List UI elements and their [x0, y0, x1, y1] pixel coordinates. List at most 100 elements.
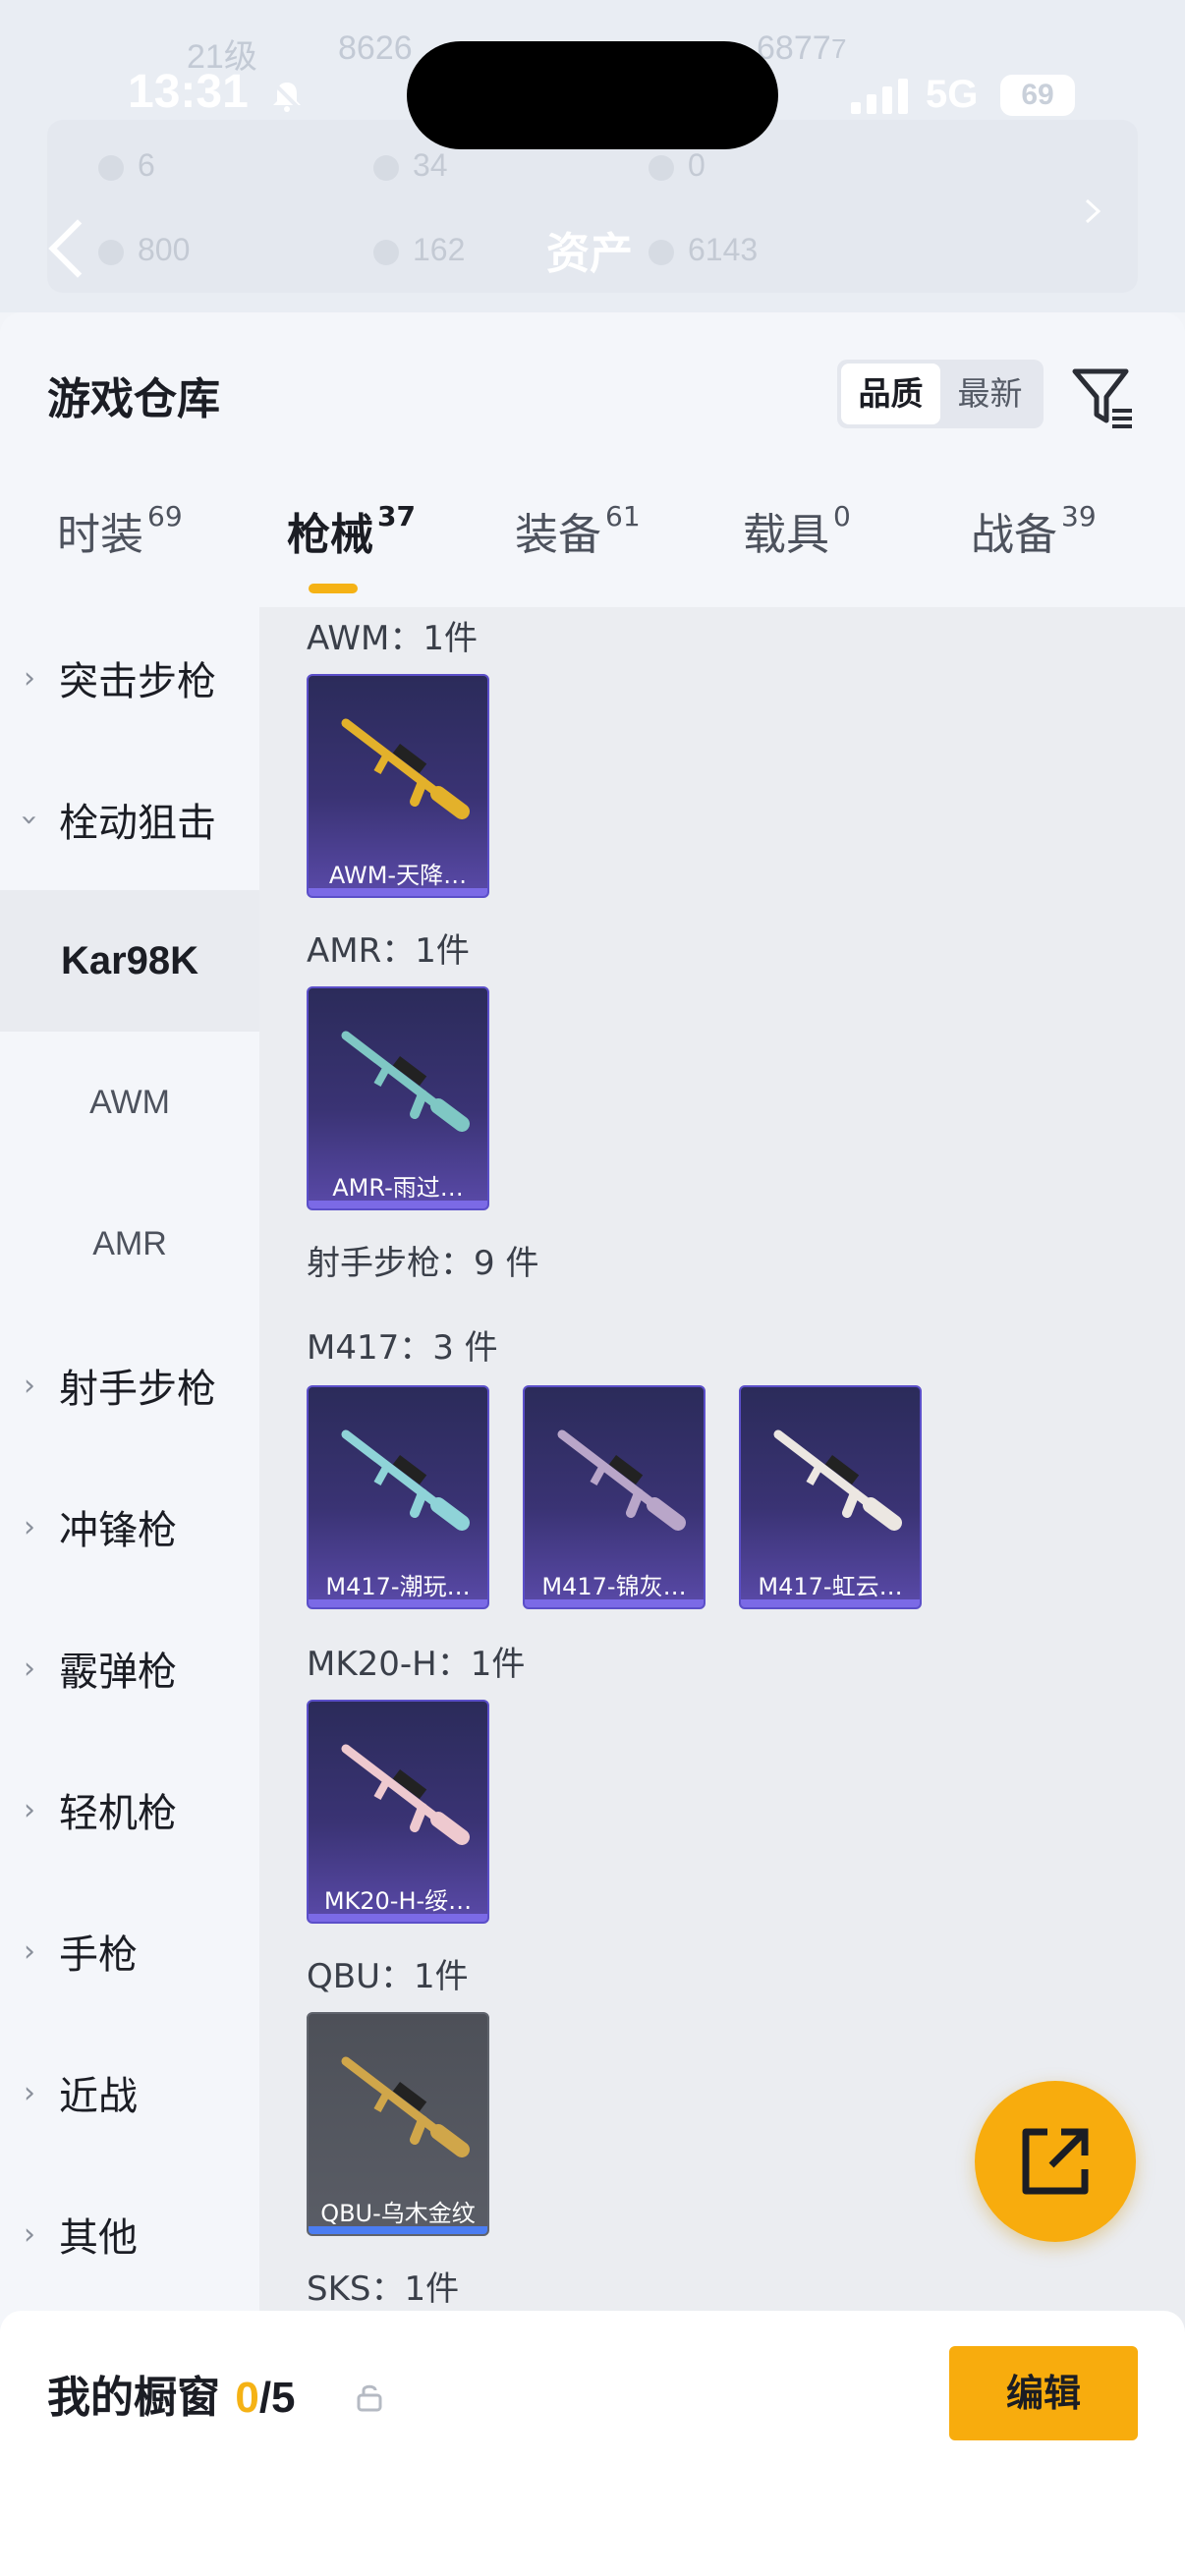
rifle-part [430, 2124, 470, 2157]
rifle-part [373, 1778, 391, 1800]
sidebar-item-bolt-snipers[interactable]: › 栓动狙击 [0, 749, 259, 890]
rarity-bar [309, 888, 487, 896]
ghost-row-2-a: 800 [98, 232, 190, 268]
edit-button[interactable]: 编辑 [949, 2346, 1138, 2440]
sidebar-item-awm[interactable]: AWM [0, 1032, 259, 1173]
rifle-shape [557, 1429, 686, 1531]
rifle-part [410, 1803, 427, 1832]
category-tabs: 时装 69 枪械 37 装备 61 载具 0 战备 39 [0, 499, 1185, 607]
rifle-icon [341, 718, 470, 819]
battery-level: 69 [1021, 79, 1054, 111]
share-button[interactable] [975, 2081, 1136, 2242]
ghost-id-a: 8626 [338, 29, 413, 67]
rifle-part [806, 1464, 823, 1485]
sidebar-item-dmr[interactable]: › 射手步枪 [0, 1315, 259, 1456]
sidebar-item-other[interactable]: › 其他 [0, 2163, 259, 2305]
tab-equipment[interactable]: 装备 61 [515, 499, 641, 562]
share-icon [1022, 2128, 1089, 2195]
sidebar-item-label: 突击步枪 [59, 659, 216, 704]
rifle-icon [341, 1744, 470, 1845]
sidebar-item-shotguns[interactable]: › 霰弹枪 [0, 1597, 259, 1739]
rifle-part [647, 1497, 686, 1531]
group-header-sks: SKS：1件 [307, 2269, 460, 2309]
coin-icon [373, 154, 399, 181]
weapon-card-awm[interactable]: AWM-天降… [307, 674, 489, 898]
weapon-card-name: QBU-乌木金纹 [320, 2200, 476, 2227]
group-header-qbu: QBU：1件 [307, 1957, 469, 1996]
tab-count: 61 [605, 500, 641, 533]
coin-icon [649, 239, 674, 265]
rifle-part [410, 2115, 427, 2145]
rifle-part [626, 1488, 644, 1518]
tab-supplies[interactable]: 战备 39 [971, 499, 1097, 562]
ghost-value: 34 [413, 147, 448, 183]
weapon-card-qbu[interactable]: QBU-乌木金纹 [307, 2012, 489, 2236]
sidebar-item-assault-rifles[interactable]: › 突击步枪 [0, 607, 259, 749]
tab-count: 37 [377, 500, 416, 533]
rarity-bar [309, 1201, 487, 1208]
ghost-suffix: 7 [831, 33, 847, 64]
rifle-part [863, 1497, 902, 1531]
weapon-card-m417-3[interactable]: M417-虹云… [739, 1385, 922, 1609]
showcase-count: 0 [235, 2374, 259, 2422]
ghost-value: 0 [688, 147, 705, 183]
rifle-shape [341, 1429, 470, 1531]
rarity-bar [525, 1599, 704, 1607]
chevron-right-icon: › [24, 1509, 35, 1544]
sidebar-item-melee[interactable]: › 近战 [0, 2022, 259, 2163]
sidebar-item-kar98k[interactable]: Kar98K [0, 890, 259, 1032]
status-time: 13:31 [128, 66, 249, 118]
weapon-card-name: AMR-雨过… [332, 1174, 464, 1202]
rifle-part [373, 1464, 391, 1485]
rifle-part [410, 1488, 427, 1518]
chevron-right-icon: › [24, 1792, 35, 1827]
coin-icon [649, 154, 674, 181]
weapon-card-name: M417-虹云… [758, 1573, 903, 1600]
rifle-part [430, 1098, 470, 1132]
tab-vehicles[interactable]: 载具 0 [743, 499, 851, 562]
rarity-bar [309, 1599, 487, 1607]
back-button[interactable] [43, 214, 92, 283]
ghost-row-2-b: 162 [373, 232, 465, 268]
filter-icon[interactable] [1069, 364, 1138, 432]
weapon-card-m417-1[interactable]: M417-潮玩… [307, 1385, 489, 1609]
ghost-row-1-b: 34 [373, 147, 448, 184]
tab-label: 载具 [743, 510, 829, 560]
weapon-card-amr[interactable]: AMR-雨过… [307, 986, 489, 1210]
sidebar-item-label: 轻机枪 [59, 1791, 177, 1836]
tab-fashion[interactable]: 时装 69 [57, 499, 183, 562]
group-header-awm: AWM：1件 [307, 619, 478, 658]
sort-latest-button[interactable]: 最新 [940, 364, 1040, 424]
group-header-dmr: 射手步枪：9 件 [307, 1244, 539, 1283]
sidebar-item-label: 其他 [59, 2215, 138, 2261]
chevron-right-icon: › [24, 1933, 35, 1969]
coin-icon [373, 239, 399, 265]
chevron-right-icon: › [24, 2216, 35, 2252]
group-header-m417: M417：3 件 [307, 1328, 498, 1368]
page-title: 资产 [546, 229, 633, 279]
sidebar-item-smg[interactable]: › 冲锋枪 [0, 1456, 259, 1597]
sort-quality-button[interactable]: 品质 [841, 364, 940, 424]
group-header-mk20h: MK20-H：1件 [307, 1645, 526, 1684]
rifle-part [430, 1497, 470, 1531]
group-header-amr: AMR：1件 [307, 931, 470, 971]
rifle-shape [341, 2056, 470, 2157]
network-type: 5G [926, 73, 979, 116]
rifle-icon [341, 1031, 470, 1132]
active-tab-indicator [309, 584, 358, 593]
sidebar-item-lmg[interactable]: › 轻机枪 [0, 1739, 259, 1880]
weapon-card-mk20h[interactable]: MK20-H-绥… [307, 1700, 489, 1924]
rifle-part [410, 1090, 427, 1119]
chevron-right-icon: › [24, 660, 35, 696]
weapon-card-m417-2[interactable]: M417-锦灰… [523, 1385, 705, 1609]
tab-label: 枪械 [287, 510, 373, 560]
battery-icon: 69 [1000, 75, 1075, 116]
tab-firearms[interactable]: 枪械 37 [287, 499, 416, 562]
sidebar-item-pistols[interactable]: › 手枪 [0, 1880, 259, 2022]
sidebar-item-amr[interactable]: AMR [0, 1173, 259, 1315]
sidebar-item-label: 手枪 [59, 1932, 138, 1978]
showcase-title: 我的橱窗 0/5 [47, 2362, 296, 2425]
rifle-shape [773, 1429, 902, 1531]
ghost-row-1-c: 0 [649, 147, 705, 184]
silent-bell-icon [271, 81, 303, 112]
